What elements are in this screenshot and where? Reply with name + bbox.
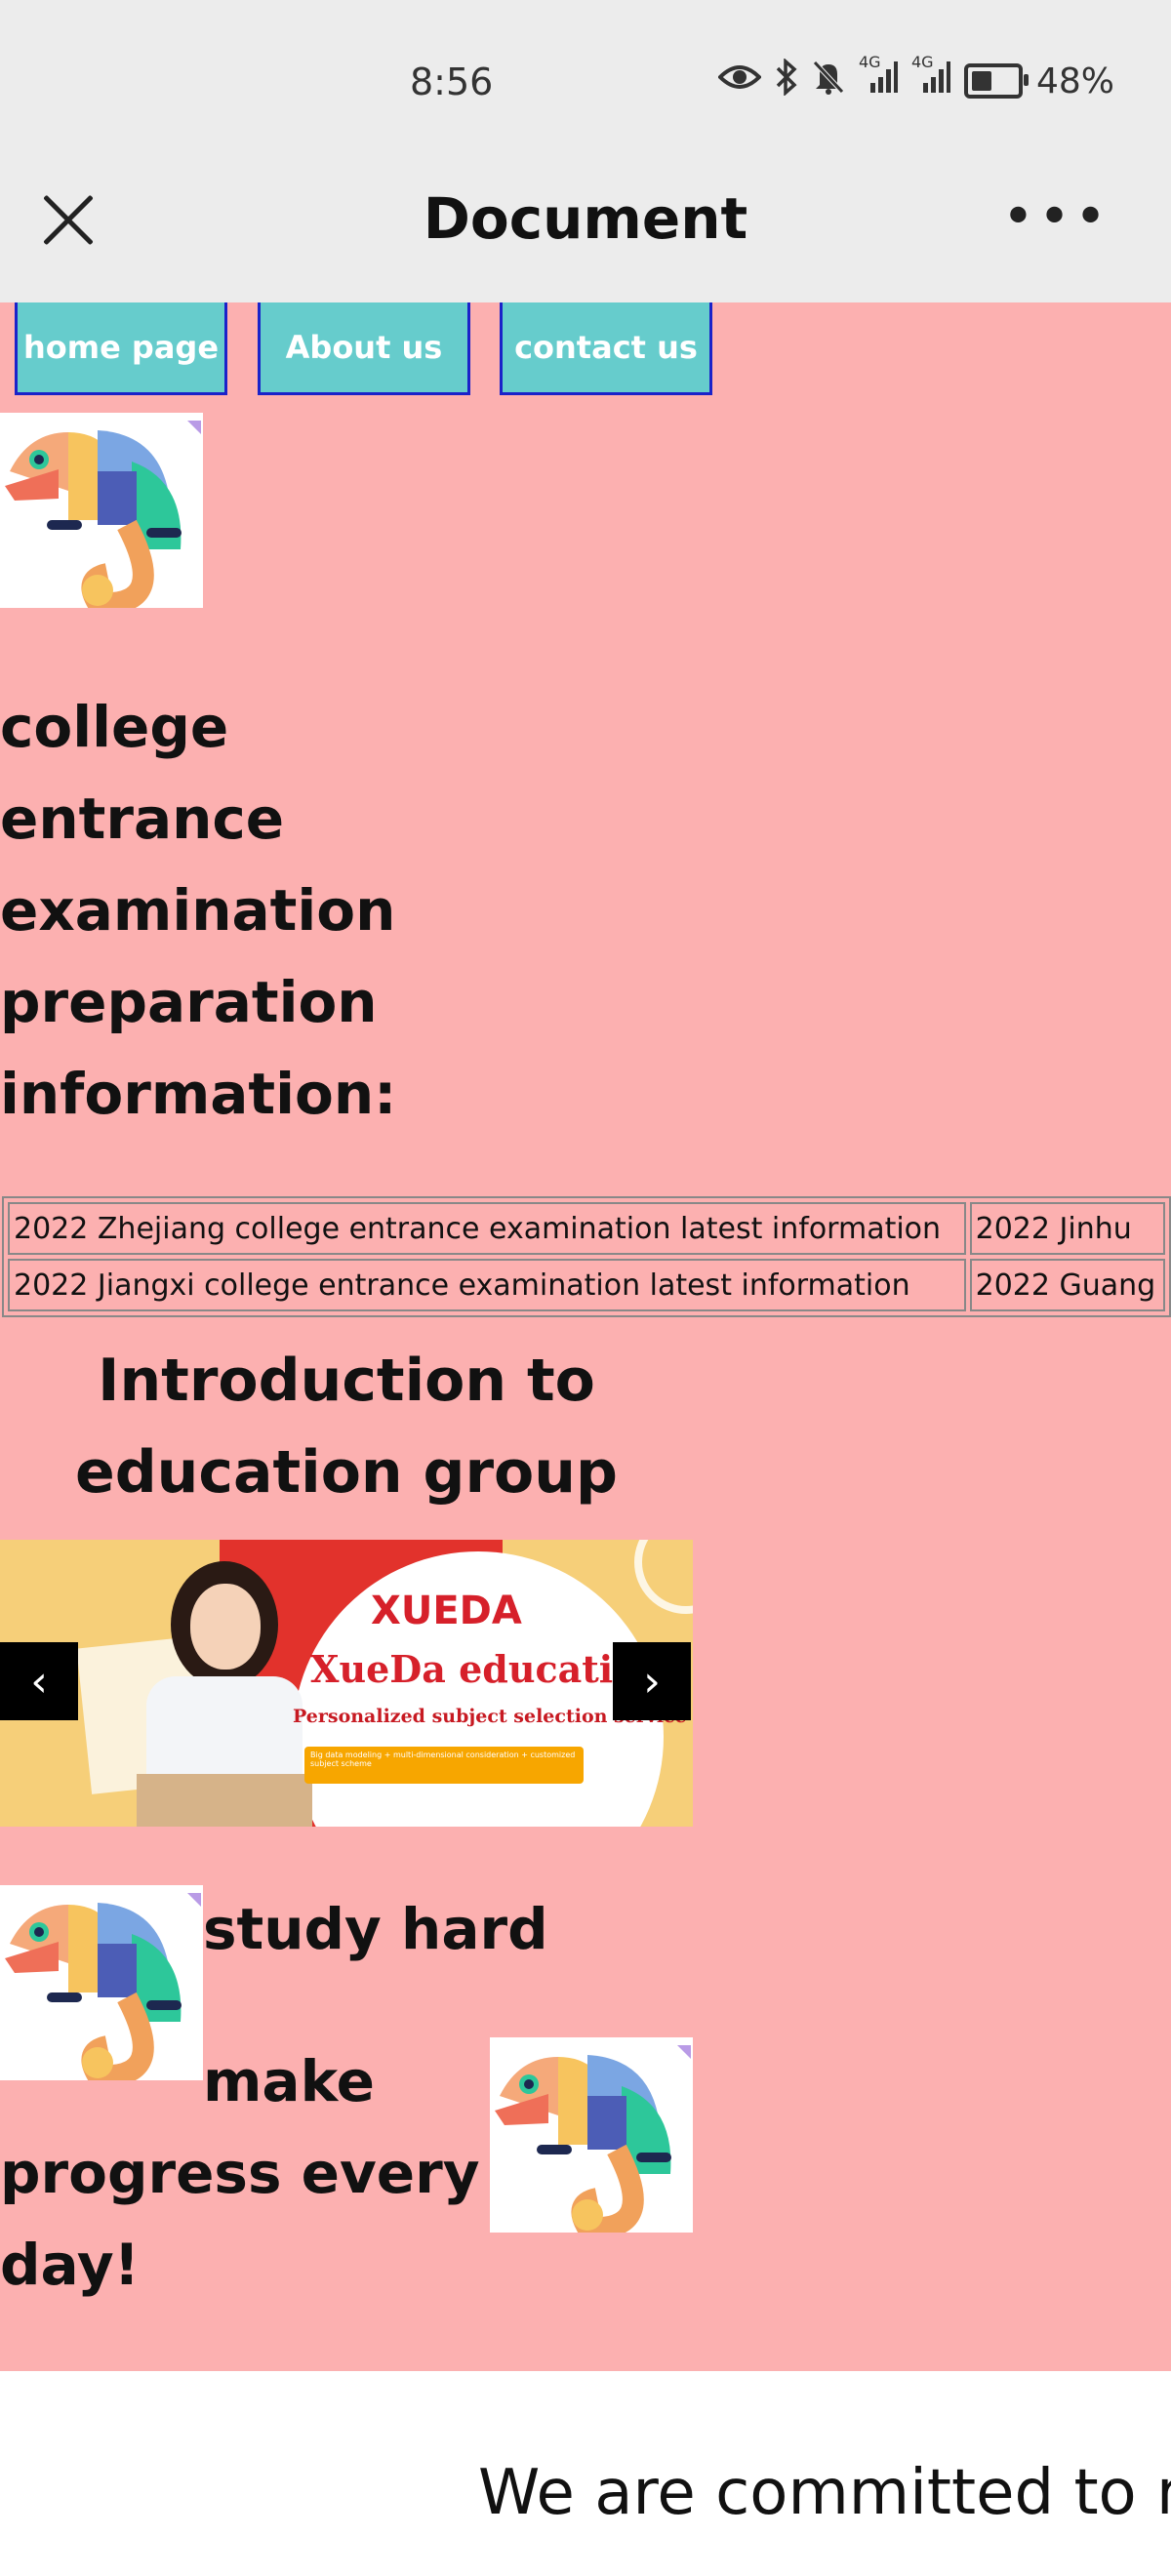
chameleon-logo — [490, 2037, 693, 2239]
motto-line: make — [203, 2048, 375, 2114]
section-heading: college entrance examination preparation… — [0, 694, 397, 1127]
table-row: 2022 Zhejiang college entrance examinati… — [8, 1202, 1165, 1255]
bell-off-icon — [812, 60, 845, 103]
table-cell-link[interactable]: 2022 Guang — [969, 1259, 1165, 1311]
intro-title: Introduction to education group — [75, 1347, 618, 1507]
table-row: 2022 Jiangxi college entrance examinatio… — [8, 1259, 1165, 1311]
page-title: Document — [423, 185, 748, 252]
motto-line: progress every — [0, 2140, 480, 2206]
battery-icon — [963, 63, 1029, 99]
banner-carousel: XUEDA XueDa education Personalized subje… — [0, 1540, 693, 1827]
carousel-next-button[interactable]: › — [613, 1642, 691, 1720]
motto-line: study hard — [203, 1896, 548, 1962]
more-icon[interactable]: ••• — [1002, 190, 1110, 245]
status-time: 8:56 — [410, 60, 494, 103]
signal-icon: 4G — [911, 54, 950, 103]
banner-title: XueDa education — [310, 1647, 666, 1691]
chameleon-logo — [0, 1885, 203, 2087]
nav-about-button[interactable]: About us — [258, 302, 470, 395]
chameleon-logo — [0, 413, 203, 615]
battery-percent: 48% — [1035, 60, 1114, 101]
carousel-prev-button[interactable]: ‹ — [0, 1642, 78, 1720]
banner-bar: Big data modeling + multi-dimensional co… — [304, 1747, 584, 1784]
eye-icon — [717, 61, 762, 101]
table-cell-link[interactable]: 2022 Jiangxi college entrance examinatio… — [8, 1259, 966, 1311]
signal-icon: 4G — [859, 54, 898, 103]
table-cell-link[interactable]: 2022 Zhejiang college entrance examinati… — [8, 1202, 966, 1255]
status-icons: 4G 4G 48% — [717, 54, 1114, 104]
content-area: home page About us contact us college en… — [0, 302, 1171, 2371]
banner-logo: XUEDA — [371, 1589, 522, 1633]
motto-line: day! — [0, 2232, 141, 2298]
info-table: 2022 Zhejiang college entrance examinati… — [2, 1196, 1171, 1317]
nav-home-button[interactable]: home page — [15, 302, 227, 395]
status-bar: 8:56 4G 4G 48% — [0, 0, 1171, 171]
table-cell-link[interactable]: 2022 Jinhu — [969, 1202, 1165, 1255]
bluetooth-icon — [775, 57, 798, 104]
nav-contact-button[interactable]: contact us — [500, 302, 712, 395]
footer-text: We are committed to m — [478, 2457, 1171, 2529]
